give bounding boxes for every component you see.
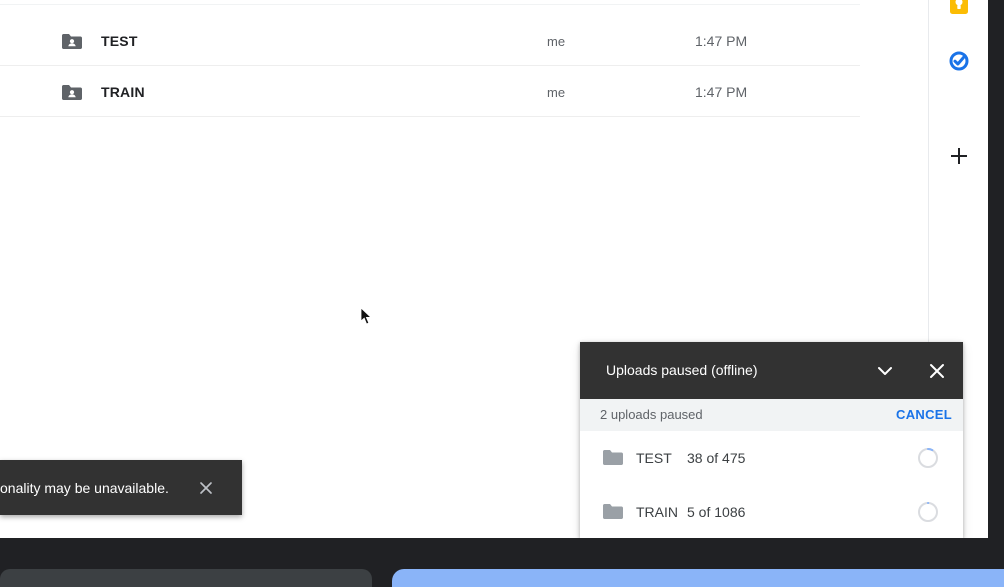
upload-item-train[interactable]: TRAIN 5 of 1086: [580, 485, 963, 538]
file-owner: me: [547, 85, 566, 100]
toast-message: onality may be unavailable.: [0, 480, 169, 496]
keep-button[interactable]: [947, 0, 971, 16]
upload-item-test[interactable]: TEST 38 of 475: [580, 431, 963, 486]
upload-item-progress: 38 of 475: [687, 450, 746, 466]
keep-icon: [950, 0, 968, 14]
mouse-pointer-icon: [360, 307, 372, 325]
tasks-icon: [949, 51, 969, 71]
cancel-uploads-button[interactable]: CANCEL: [896, 407, 952, 422]
file-row-test[interactable]: TEST me 1:47 PM: [0, 16, 860, 66]
upload-item-name: TEST: [636, 450, 672, 466]
folder-icon: [603, 504, 623, 519]
file-owner: me: [547, 34, 566, 49]
taskbar-right-control: [392, 569, 1004, 587]
shared-folder-icon: [62, 34, 82, 49]
file-name: TRAIN: [101, 84, 145, 100]
taskbar-left-control: [0, 569, 372, 587]
file-modified-time: 1:47 PM: [695, 84, 748, 100]
upload-status-text: 2 uploads paused: [600, 407, 703, 422]
upload-panel-title: Uploads paused (offline): [606, 362, 758, 378]
tasks-button[interactable]: [947, 49, 971, 73]
add-addon-button[interactable]: [947, 144, 971, 168]
window-right-edge: [988, 0, 1004, 538]
file-modified-time: 1:47 PM: [695, 33, 748, 49]
upload-progress-panel: Uploads paused (offline) 2 uploads pause…: [580, 342, 963, 538]
folder-icon: [603, 450, 623, 465]
close-icon[interactable]: [199, 481, 213, 495]
add-icon: [951, 148, 967, 164]
upload-progress-spinner: [918, 448, 938, 468]
upload-progress-spinner: [918, 502, 938, 522]
upload-item-progress: 5 of 1086: [687, 504, 746, 520]
shared-folder-icon: [62, 85, 82, 100]
clipped-previous-row: [0, 0, 860, 5]
drive-page: TEST me 1:47 PM TRAIN me 1:47 PM onality…: [0, 0, 988, 538]
chevron-down-icon[interactable]: [876, 362, 894, 380]
file-name: TEST: [101, 33, 138, 49]
upload-panel-header: Uploads paused (offline): [580, 342, 963, 399]
upload-item-name: TRAIN: [636, 504, 678, 520]
file-row-train[interactable]: TRAIN me 1:47 PM: [0, 67, 860, 117]
offline-toast: onality may be unavailable.: [0, 460, 242, 515]
close-icon[interactable]: [928, 362, 946, 380]
upload-status-bar: 2 uploads paused CANCEL: [580, 399, 963, 431]
